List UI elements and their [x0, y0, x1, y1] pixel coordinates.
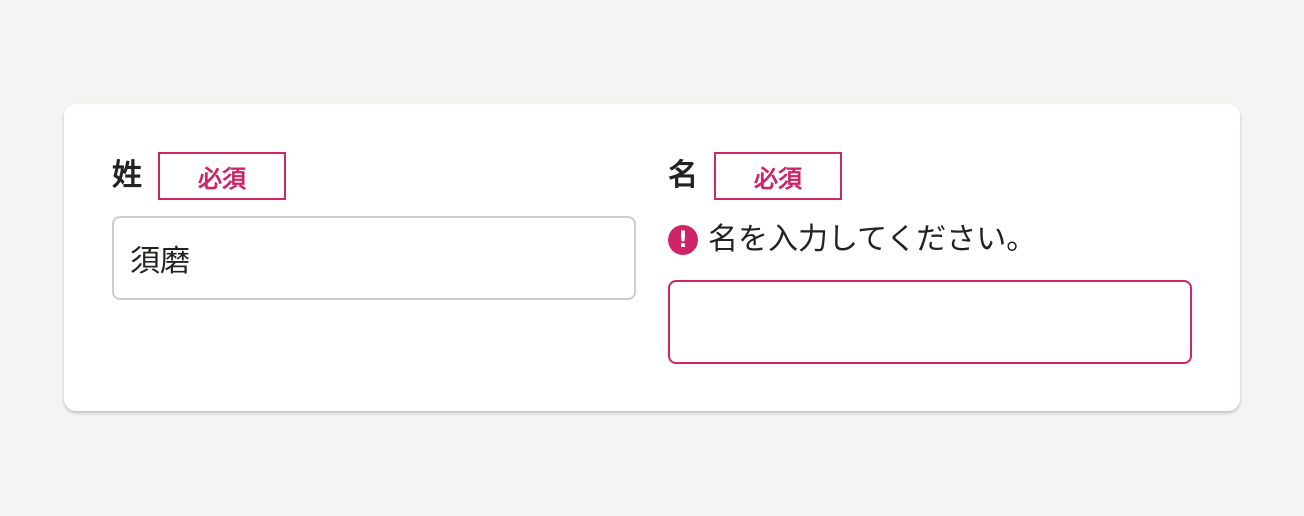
- last-name-input[interactable]: [112, 216, 636, 300]
- first-name-input[interactable]: [668, 280, 1192, 364]
- first-name-field: 名 必須 ! 名を入力してください。: [668, 152, 1192, 364]
- last-name-label-row: 姓 必須: [112, 152, 636, 200]
- first-name-error: ! 名を入力してください。: [668, 216, 1192, 264]
- last-name-label: 姓: [112, 158, 142, 193]
- first-name-error-message: 名を入力してください。: [708, 222, 1037, 257]
- first-name-label: 名: [668, 158, 698, 193]
- last-name-field: 姓 必須: [112, 152, 636, 300]
- first-name-required-badge: 必須: [714, 152, 842, 200]
- name-form-card: 姓 必須 名 必須 ! 名を入力してください。: [64, 104, 1240, 411]
- last-name-required-badge: 必須: [158, 152, 286, 200]
- first-name-label-row: 名 必須: [668, 152, 1192, 200]
- exclamation-circle-icon: !: [668, 225, 698, 255]
